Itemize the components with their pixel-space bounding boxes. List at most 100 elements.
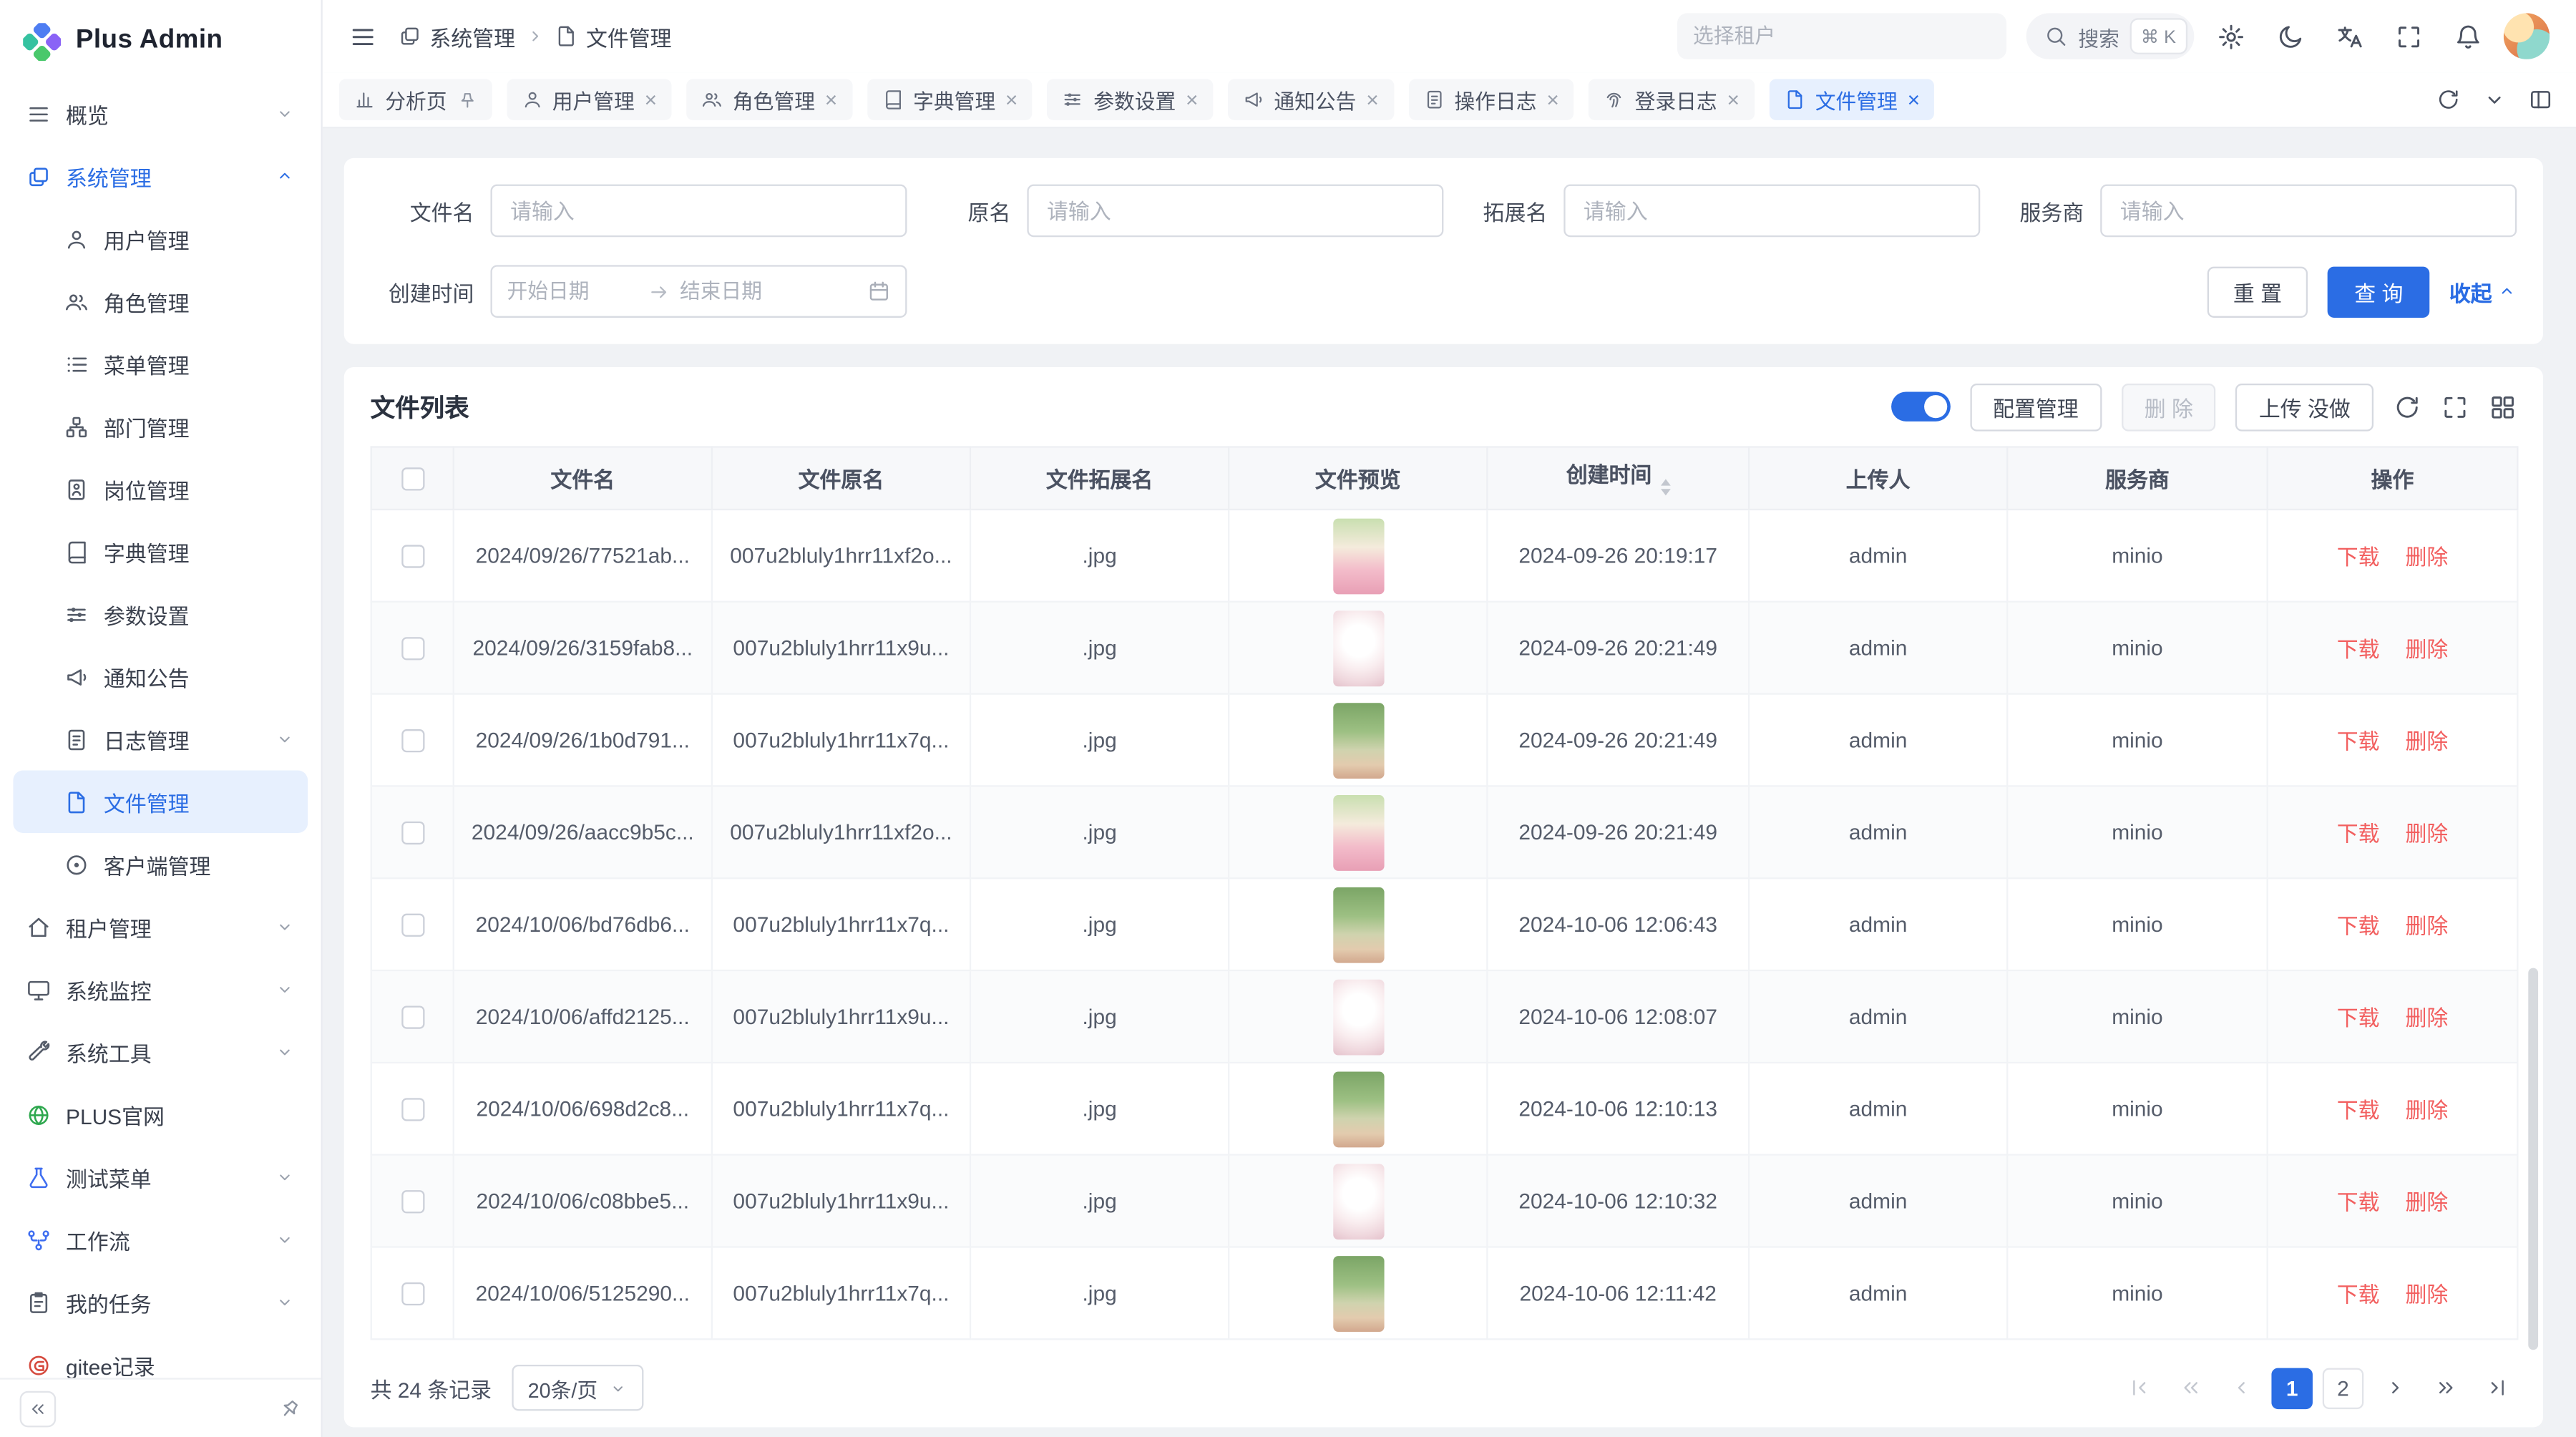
download-link[interactable]: 下载 <box>2337 1190 2380 1215</box>
tab-dict[interactable]: 字典管理 × <box>867 79 1033 120</box>
tenant-select-input[interactable] <box>1693 25 1989 48</box>
tab-close-icon[interactable]: × <box>1366 89 1378 110</box>
end-date-input[interactable] <box>680 280 811 303</box>
download-link[interactable]: 下载 <box>2337 822 2380 847</box>
page-1-button[interactable]: 1 <box>2271 1367 2313 1408</box>
row-checkbox[interactable] <box>401 914 424 937</box>
delete-link[interactable]: 删除 <box>2405 1282 2448 1307</box>
delete-link[interactable]: 删除 <box>2405 1190 2448 1215</box>
original-name-input-field[interactable] <box>1047 198 1424 223</box>
sidebar-item-post[interactable]: 岗位管理 <box>13 457 308 520</box>
sidebar-item-role[interactable]: 角色管理 <box>13 270 308 332</box>
bulk-delete-button[interactable]: 删 除 <box>2122 383 2217 431</box>
sort-icons[interactable] <box>1660 473 1670 500</box>
delete-link[interactable]: 删除 <box>2405 914 2448 939</box>
sidebar-pin-icon[interactable] <box>273 1392 306 1424</box>
original-name-input[interactable] <box>1027 185 1443 238</box>
download-link[interactable]: 下载 <box>2337 1005 2380 1031</box>
filename-input[interactable] <box>490 185 907 238</box>
extension-input-field[interactable] <box>1584 198 1961 223</box>
tab-file[interactable]: 文件管理 × <box>1769 79 1934 120</box>
file-preview-image[interactable] <box>1332 702 1383 778</box>
file-preview-image[interactable] <box>1332 1255 1383 1331</box>
sidebar-item-monitor[interactable]: 系统监控 <box>13 958 308 1020</box>
sidebar-item-tasks[interactable]: 我的任务 <box>13 1271 308 1333</box>
tab-close-icon[interactable]: × <box>645 89 657 110</box>
tab-close-icon[interactable]: × <box>1908 89 1920 110</box>
tab-close-icon[interactable]: × <box>1186 89 1198 110</box>
tab-close-icon[interactable]: × <box>1005 89 1018 110</box>
row-checkbox[interactable] <box>401 1191 424 1214</box>
table-scrollbar[interactable] <box>2528 968 2538 1350</box>
download-link[interactable]: 下载 <box>2337 914 2380 939</box>
tab-user[interactable]: 用户管理 × <box>506 79 671 120</box>
start-date-input[interactable] <box>507 280 638 303</box>
last-page-button[interactable] <box>2476 1367 2517 1408</box>
delete-link[interactable]: 删除 <box>2405 822 2448 847</box>
file-preview-image[interactable] <box>1332 887 1383 963</box>
row-checkbox[interactable] <box>401 638 424 661</box>
fullscreen-icon[interactable] <box>2385 13 2431 59</box>
sidebar-item-params[interactable]: 参数设置 <box>13 583 308 645</box>
breadcrumb-item-system[interactable]: 系统管理 <box>399 21 515 52</box>
breadcrumb-item-file[interactable]: 文件管理 <box>555 21 671 52</box>
column-create-time[interactable]: 创建时间 <box>1487 447 1749 510</box>
sidebar-item-dept[interactable]: 部门管理 <box>13 395 308 457</box>
sidebar-item-tools[interactable]: 系统工具 <box>13 1020 308 1083</box>
tab-notice[interactable]: 通知公告 × <box>1228 79 1393 120</box>
row-checkbox[interactable] <box>401 1006 424 1029</box>
sidebar-item-website[interactable]: PLUS官网 <box>13 1083 308 1146</box>
config-button[interactable]: 配置管理 <box>1970 383 2102 431</box>
provider-input[interactable] <box>2100 185 2517 238</box>
translate-icon[interactable] <box>2326 13 2371 59</box>
upload-button[interactable]: 上传 没做 <box>2236 383 2373 431</box>
tab-chart[interactable]: 分析页 <box>339 79 492 120</box>
download-link[interactable]: 下载 <box>2337 637 2380 662</box>
tab-log[interactable]: 操作日志 × <box>1408 79 1574 120</box>
select-all-checkbox[interactable] <box>401 468 424 491</box>
layout-columns-icon[interactable] <box>2520 80 2560 120</box>
collapse-filter-link[interactable]: 收起 <box>2449 276 2517 307</box>
delete-link[interactable]: 删除 <box>2405 545 2448 570</box>
sidebar-toggle-button[interactable] <box>339 13 385 59</box>
sidebar-item-notice[interactable]: 通知公告 <box>13 646 308 708</box>
file-preview-image[interactable] <box>1332 979 1383 1055</box>
tab-close-icon[interactable]: × <box>825 89 837 110</box>
app-logo[interactable]: Plus Admin <box>0 0 321 82</box>
tab-role[interactable]: 角色管理 × <box>687 79 852 120</box>
row-checkbox[interactable] <box>401 1283 424 1306</box>
sidebar-item-log[interactable]: 日志管理 <box>13 708 308 770</box>
tab-fingerprint[interactable]: 登录日志 × <box>1589 79 1754 120</box>
tab-close-icon[interactable]: × <box>1546 89 1558 110</box>
prev-page-button[interactable] <box>2220 1367 2262 1408</box>
user-avatar[interactable] <box>2504 13 2550 59</box>
row-checkbox[interactable] <box>401 822 424 845</box>
refresh-icon[interactable] <box>2394 393 2421 421</box>
page-size-select[interactable]: 20条/页 <box>512 1365 644 1411</box>
delete-link[interactable]: 删除 <box>2405 1098 2448 1123</box>
fullscreen-icon[interactable] <box>2441 393 2469 421</box>
pin-icon[interactable] <box>457 89 477 109</box>
sidebar-item-user[interactable]: 用户管理 <box>13 208 308 270</box>
file-preview-image[interactable] <box>1332 610 1383 686</box>
download-link[interactable]: 下载 <box>2337 729 2380 754</box>
sidebar-item-workflow[interactable]: 工作流 <box>13 1208 308 1270</box>
extension-input[interactable] <box>1563 185 1980 238</box>
download-link[interactable]: 下载 <box>2337 1098 2380 1123</box>
prev-group-button[interactable] <box>2170 1367 2211 1408</box>
sidebar-item-file[interactable]: 文件管理 <box>13 771 308 833</box>
file-preview-image[interactable] <box>1332 794 1383 870</box>
sidebar-item-overview[interactable]: 概览 <box>13 82 308 145</box>
grid-settings-icon[interactable] <box>2489 393 2517 421</box>
next-page-button[interactable] <box>2373 1367 2415 1408</box>
dark-mode-moon-icon[interactable] <box>2267 13 2313 59</box>
filename-input-field[interactable] <box>510 198 887 223</box>
tab-menu-chevron-icon[interactable] <box>2474 80 2513 120</box>
search-toggle-switch[interactable] <box>1890 391 1950 421</box>
download-link[interactable]: 下载 <box>2337 545 2380 570</box>
sidebar-item-client[interactable]: 客户端管理 <box>13 833 308 895</box>
global-search[interactable]: 搜索 ⌘ K <box>2026 13 2195 59</box>
download-link[interactable]: 下载 <box>2337 1282 2380 1307</box>
file-preview-image[interactable] <box>1332 1163 1383 1239</box>
refresh-icon[interactable] <box>2428 80 2467 120</box>
